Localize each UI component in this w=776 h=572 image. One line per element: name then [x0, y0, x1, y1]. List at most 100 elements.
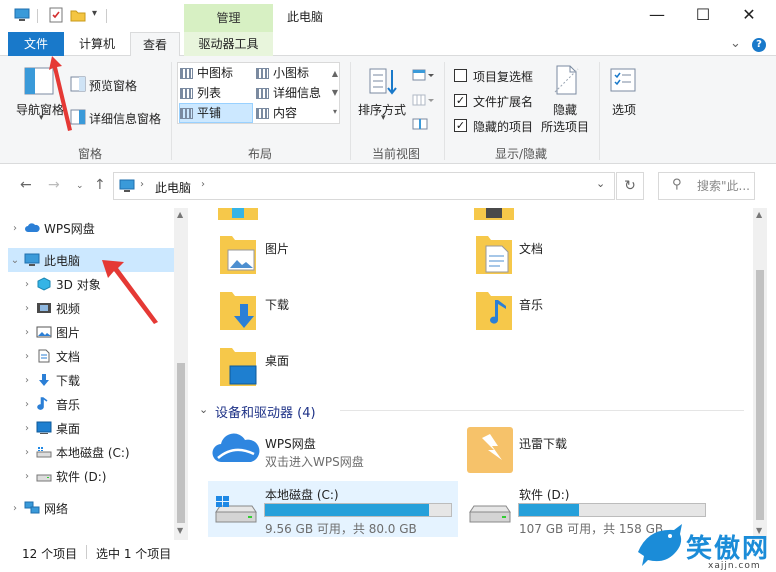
- chevron-right-icon[interactable]: ›: [20, 423, 34, 434]
- manage-context-tab[interactable]: 管理: [184, 4, 273, 32]
- content-scrollbar[interactable]: ▲ ▼: [753, 208, 767, 540]
- maximize-button[interactable]: ☐: [680, 0, 726, 30]
- hidden-items-label[interactable]: 隐藏的项目: [473, 118, 533, 135]
- layout-details[interactable]: 详细信息: [256, 83, 330, 103]
- refresh-button[interactable]: ↻: [616, 172, 644, 200]
- chevron-right-icon[interactable]: ›: [20, 447, 34, 458]
- chevron-right-icon[interactable]: ›: [8, 223, 22, 234]
- tree-item-desktop[interactable]: › 桌面: [8, 416, 174, 440]
- chevron-right-icon[interactable]: ›: [20, 351, 34, 362]
- tab-file[interactable]: 文件: [8, 32, 64, 56]
- breadcrumb-separator[interactable]: ›: [201, 179, 205, 190]
- hide-selected-button-line2[interactable]: 所选项目: [541, 118, 589, 135]
- desktop-folder-icon[interactable]: [218, 344, 258, 388]
- new-folder-icon[interactable]: [70, 7, 86, 23]
- documents-folder-icon[interactable]: [474, 232, 514, 276]
- item-checkboxes-checkbox[interactable]: [454, 69, 467, 82]
- drive-space-text: 9.56 GB 可用，共 80.0 GB: [265, 522, 417, 536]
- scrollbar-thumb[interactable]: [177, 363, 185, 523]
- layout-small-icons[interactable]: 小图标: [256, 63, 330, 83]
- customize-toolbar-dropdown[interactable]: ▾: [92, 8, 97, 19]
- minimize-button[interactable]: —: [634, 0, 680, 30]
- chevron-right-icon[interactable]: ›: [20, 375, 34, 386]
- pictures-folder-icon[interactable]: [218, 232, 258, 276]
- group-by-icon[interactable]: [412, 68, 434, 82]
- hide-selected-icon[interactable]: [551, 64, 581, 96]
- drive-icon[interactable]: [466, 494, 514, 528]
- breadcrumb-separator[interactable]: ›: [140, 179, 144, 190]
- tree-item-music[interactable]: › 音乐: [8, 392, 174, 416]
- tree-item-wps-cloud[interactable]: › WPS网盘: [8, 216, 174, 240]
- tab-drive-tools[interactable]: 驱动器工具: [184, 32, 273, 56]
- tree-item-drive-d[interactable]: › 软件 (D:): [8, 464, 174, 488]
- recent-locations-dropdown[interactable]: ⌄: [76, 181, 84, 191]
- selected-count: 选中 1 个项目: [96, 547, 172, 561]
- videos-folder-icon[interactable]: [474, 208, 514, 222]
- layout-gallery-scroll[interactable]: ▲ ▼ ▾: [330, 64, 340, 122]
- computer-icon[interactable]: [14, 7, 30, 23]
- folder-name[interactable]: 下载: [265, 296, 289, 313]
- chevron-down-icon[interactable]: ⌄: [8, 255, 22, 266]
- tree-item-network[interactable]: › 网络: [8, 496, 174, 520]
- properties-icon[interactable]: [48, 7, 64, 23]
- scroll-down-arrow[interactable]: ▼: [177, 526, 183, 535]
- folder-name[interactable]: 文档: [519, 240, 543, 257]
- 3d-objects-folder-icon[interactable]: [218, 208, 258, 222]
- file-extensions-checkbox[interactable]: ✓: [454, 94, 467, 107]
- tab-computer[interactable]: 计算机: [70, 32, 124, 56]
- music-folder-icon[interactable]: [474, 288, 514, 332]
- layout-content[interactable]: 内容: [256, 103, 330, 123]
- chevron-down-icon[interactable]: ▾: [381, 113, 386, 123]
- sort-by-icon[interactable]: [368, 66, 398, 98]
- hide-selected-button-line1[interactable]: 隐藏: [553, 101, 577, 118]
- device-name[interactable]: WPS网盘: [265, 435, 316, 452]
- tree-item-downloads[interactable]: › 下载: [8, 368, 174, 392]
- folder-name[interactable]: 图片: [265, 240, 289, 257]
- folder-name[interactable]: 音乐: [519, 296, 543, 313]
- tree-item-drive-c[interactable]: › 本地磁盘 (C:): [8, 440, 174, 464]
- device-name[interactable]: 迅雷下载: [519, 435, 567, 452]
- item-checkboxes-label[interactable]: 项目复选框: [473, 68, 533, 85]
- chevron-right-icon[interactable]: ›: [20, 399, 34, 410]
- back-button[interactable]: ←: [20, 177, 32, 193]
- chevron-right-icon[interactable]: ›: [20, 471, 34, 482]
- hidden-items-checkbox[interactable]: ✓: [454, 119, 467, 132]
- close-button[interactable]: ✕: [726, 0, 772, 30]
- wps-cloud-icon[interactable]: [212, 428, 260, 468]
- up-button[interactable]: ↑: [94, 177, 106, 193]
- address-history-dropdown[interactable]: ⌄: [596, 177, 605, 190]
- scroll-up-arrow[interactable]: ▲: [756, 210, 762, 219]
- collapse-ribbon-icon[interactable]: ⌄: [730, 36, 741, 51]
- drive-d-usage-bar: [518, 503, 706, 517]
- size-columns-icon[interactable]: [412, 117, 428, 131]
- navigation-pane-scrollbar[interactable]: ▲ ▼: [174, 208, 188, 540]
- layout-medium-icons[interactable]: 中图标: [180, 63, 254, 83]
- breadcrumb-this-pc[interactable]: 此电脑: [155, 179, 191, 196]
- folder-name[interactable]: 桌面: [265, 352, 289, 369]
- scrollbar-thumb[interactable]: [756, 270, 764, 520]
- thunder-icon[interactable]: [466, 426, 514, 474]
- help-icon[interactable]: ?: [752, 38, 766, 52]
- chevron-right-icon[interactable]: ›: [20, 303, 34, 314]
- collapse-section-icon[interactable]: ⌄: [199, 403, 208, 416]
- file-extensions-label[interactable]: 文件扩展名: [473, 93, 533, 110]
- layout-list[interactable]: 列表: [180, 83, 254, 103]
- drive-name[interactable]: 软件 (D:): [519, 486, 569, 503]
- layout-tiles[interactable]: 平铺: [179, 103, 253, 123]
- chevron-down-icon[interactable]: ▾: [39, 113, 44, 123]
- tree-item-documents[interactable]: › 文档: [8, 344, 174, 368]
- chevron-right-icon[interactable]: ›: [20, 327, 34, 338]
- tab-view[interactable]: 查看: [130, 32, 180, 57]
- chevron-right-icon[interactable]: ›: [8, 503, 22, 514]
- scroll-up-arrow[interactable]: ▲: [177, 210, 183, 219]
- options-button[interactable]: 选项: [612, 101, 636, 118]
- downloads-folder-icon[interactable]: [218, 288, 258, 332]
- details-pane-button[interactable]: 详细信息窗格: [89, 110, 161, 127]
- forward-button[interactable]: →: [48, 177, 60, 193]
- chevron-right-icon[interactable]: ›: [20, 279, 34, 290]
- drive-name[interactable]: 本地磁盘 (C:): [265, 486, 339, 503]
- devices-section-title[interactable]: 设备和驱动器 (4): [215, 402, 316, 421]
- add-columns-icon[interactable]: [412, 93, 434, 107]
- preview-pane-button[interactable]: 预览窗格: [89, 77, 137, 94]
- options-icon[interactable]: [609, 66, 639, 98]
